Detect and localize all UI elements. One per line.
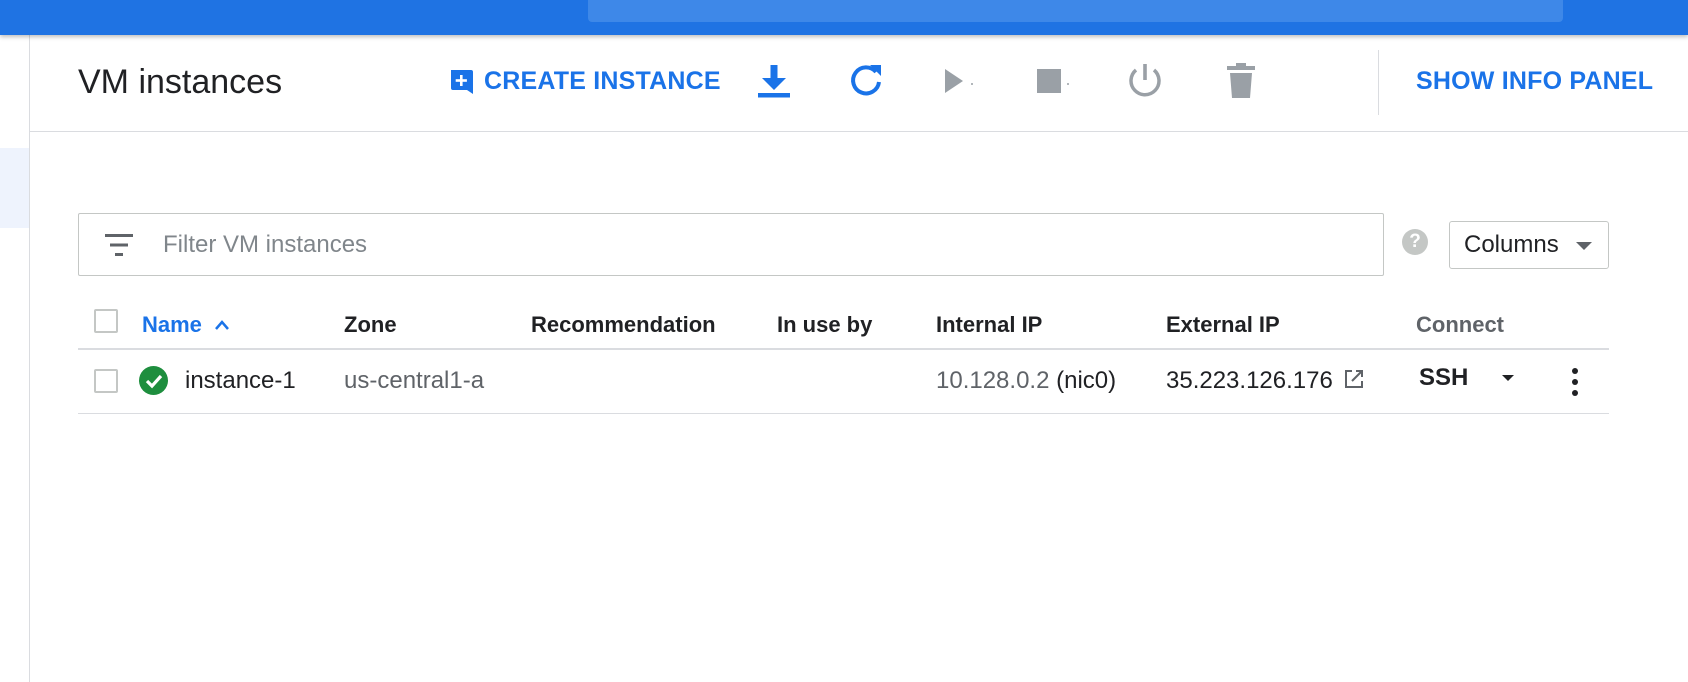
left-nav-rail bbox=[0, 35, 30, 682]
status-running-icon bbox=[139, 366, 168, 395]
instance-external-ip: 35.223.126.176 bbox=[1166, 367, 1333, 394]
instance-internal-ip: 10.128.0.2 bbox=[936, 367, 1050, 394]
ssh-connect-button[interactable]: SSH bbox=[1419, 364, 1515, 392]
more-actions-icon[interactable] bbox=[1563, 364, 1587, 400]
add-box-icon bbox=[451, 69, 473, 94]
toolbar-divider bbox=[1378, 50, 1379, 115]
column-header-name-label: Name bbox=[142, 312, 202, 337]
refresh-icon[interactable] bbox=[844, 59, 888, 103]
delete-icon[interactable] bbox=[1219, 59, 1263, 103]
instance-nic-link[interactable]: (nic0) bbox=[1056, 367, 1116, 394]
create-instance-label: CREATE INSTANCE bbox=[484, 67, 721, 95]
column-header-zone[interactable]: Zone bbox=[344, 312, 397, 338]
import-icon[interactable] bbox=[752, 59, 796, 103]
table-row: instance-1 us-central1-a 10.128.0.2 (nic… bbox=[78, 350, 1609, 414]
stop-icon[interactable] bbox=[1030, 59, 1074, 103]
left-nav-selected-item[interactable] bbox=[0, 148, 29, 228]
column-header-connect: Connect bbox=[1416, 312, 1504, 337]
column-header-internal-ip[interactable]: Internal IP bbox=[936, 312, 1042, 338]
sort-ascending-icon bbox=[214, 320, 229, 330]
page-header: VM instances CREATE INSTANCE SHOW INFO P… bbox=[30, 35, 1688, 132]
page-title: VM instances bbox=[78, 63, 283, 101]
instance-name-link[interactable]: instance-1 bbox=[185, 367, 296, 395]
search-bar[interactable] bbox=[588, 0, 1563, 22]
table-header-row: Name Zone Recommendation In use by Inter… bbox=[78, 300, 1609, 350]
instance-external-ip-cell: 35.223.126.176 bbox=[1166, 367, 1365, 397]
column-header-recommendation[interactable]: Recommendation bbox=[531, 312, 716, 338]
help-icon[interactable]: ? bbox=[1402, 229, 1428, 255]
vm-instances-table: Name Zone Recommendation In use by Inter… bbox=[78, 300, 1609, 414]
create-instance-button[interactable]: CREATE INSTANCE bbox=[448, 67, 721, 96]
reset-icon[interactable] bbox=[1123, 59, 1167, 103]
instance-zone: us-central1-a bbox=[344, 367, 485, 394]
top-app-bar bbox=[0, 0, 1688, 35]
column-header-name[interactable]: Name bbox=[142, 312, 230, 338]
columns-label: Columns bbox=[1464, 231, 1559, 258]
row-checkbox[interactable] bbox=[94, 369, 118, 393]
column-header-in-use-by[interactable]: In use by bbox=[777, 312, 872, 338]
filter-icon bbox=[105, 234, 133, 256]
external-link-icon[interactable] bbox=[1343, 368, 1365, 397]
filter-input[interactable] bbox=[163, 226, 1363, 264]
select-all-checkbox[interactable] bbox=[94, 309, 118, 333]
columns-dropdown[interactable]: Columns bbox=[1449, 221, 1609, 269]
show-info-panel-button[interactable]: SHOW INFO PANEL bbox=[1416, 67, 1653, 96]
column-header-external-ip[interactable]: External IP bbox=[1166, 312, 1280, 338]
filter-bar[interactable] bbox=[78, 213, 1384, 276]
chevron-down-icon[interactable] bbox=[1502, 375, 1515, 381]
instance-internal-ip-cell: 10.128.0.2 (nic0) bbox=[936, 367, 1116, 395]
start-icon[interactable] bbox=[935, 59, 979, 103]
ssh-label: SSH bbox=[1419, 364, 1469, 391]
chevron-down-icon bbox=[1576, 242, 1592, 250]
